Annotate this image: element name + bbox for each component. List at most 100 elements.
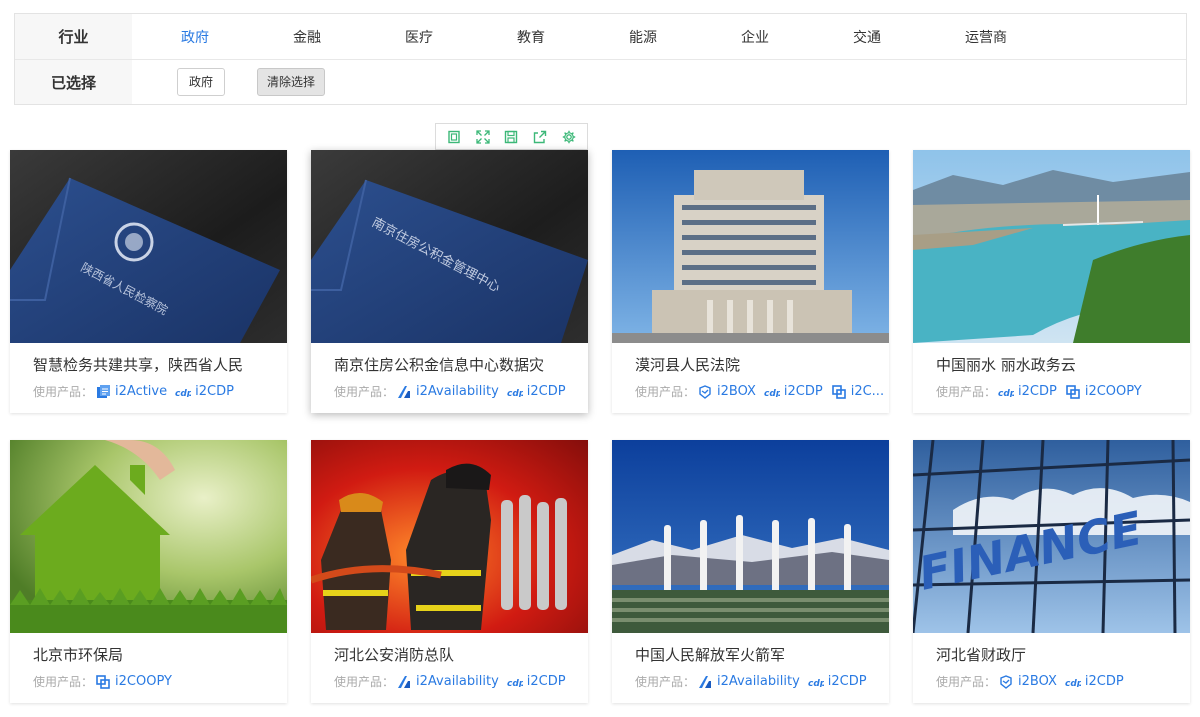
product-tag-i2coopy[interactable]: i2COOPY xyxy=(1065,384,1142,399)
card-title: 南京住房公积金信息中心数据灾 xyxy=(334,356,545,374)
industry-label: 行业 xyxy=(15,14,132,59)
selected-filter-row: 已选择 政府 清除选择 xyxy=(15,59,1186,104)
case-card-beijing-epb[interactable]: 北京市环保局 使用产品： i2COOPY xyxy=(10,440,287,703)
card-image-finance-building: FINANCE xyxy=(913,440,1190,633)
availability-icon xyxy=(697,675,713,689)
card-image-river-landscape xyxy=(913,150,1190,343)
box-icon xyxy=(998,674,1014,689)
cdp-icon: cdp xyxy=(507,675,523,689)
product-tag-i2coopy[interactable]: i2COOPY xyxy=(95,674,172,689)
svg-text:cdp: cdp xyxy=(998,389,1014,397)
svg-text:cdp: cdp xyxy=(175,389,191,397)
industry-item-energy[interactable]: 能源 xyxy=(629,27,741,47)
active-icon xyxy=(95,384,111,399)
case-card-hebei-fire[interactable]: 河北公安消防总队 使用产品： i2Availability cdp i2CDP xyxy=(311,440,588,703)
case-card-lishui-cloud[interactable]: 中国丽水 丽水政务云 使用产品： cdp i2CDP i2COOPY xyxy=(913,150,1190,413)
card-title: 中国人民解放军火箭军 xyxy=(635,646,786,664)
industry-item-education[interactable]: 教育 xyxy=(517,27,629,47)
products-prefix: 使用产品： xyxy=(334,385,395,399)
card-products: 使用产品： cdp i2CDP i2COOPY xyxy=(936,383,1186,400)
products-prefix: 使用产品： xyxy=(33,675,94,689)
card-products: 使用产品： i2COOPY xyxy=(33,673,283,690)
product-tag-i2cdp[interactable]: cdp i2CDP xyxy=(998,384,1057,399)
card-products: 使用产品： i2Availability cdp i2CDP xyxy=(635,673,885,690)
products-prefix: 使用产品： xyxy=(635,675,696,689)
svg-text:cdp: cdp xyxy=(507,679,523,687)
product-tag-i2availability[interactable]: i2Availability xyxy=(396,384,499,399)
filter-panel: 行业 政府 金融 医疗 教育 能源 企业 交通 运营商 已选择 政府 清除选择 xyxy=(14,13,1187,105)
svg-text:cdp: cdp xyxy=(808,679,824,687)
availability-icon xyxy=(396,385,412,399)
cdp-icon: cdp xyxy=(808,675,824,689)
card-products: 使用产品： i2BOX cdp i2CDP i2C... xyxy=(635,383,885,400)
products-prefix: 使用产品： xyxy=(936,675,997,689)
card-title: 河北公安消防总队 xyxy=(334,646,455,664)
products-prefix: 使用产品： xyxy=(334,675,395,689)
cdp-icon: cdp xyxy=(998,385,1014,399)
product-tag-i2coopy[interactable]: i2C... xyxy=(831,384,884,399)
card-products: 使用产品： i2Active cdp i2CDP xyxy=(33,383,283,400)
card-title: 河北省财政厅 xyxy=(936,646,1027,664)
product-tag-i2cdp[interactable]: cdp i2CDP xyxy=(1065,674,1124,689)
cdp-icon: cdp xyxy=(764,385,780,399)
product-tag-i2box[interactable]: i2BOX xyxy=(998,674,1057,689)
card-hover-toolbar xyxy=(435,123,588,150)
selected-label: 已选择 xyxy=(15,60,132,104)
product-tag-i2cdp[interactable]: cdp i2CDP xyxy=(507,384,566,399)
card-image-firefighters xyxy=(311,440,588,633)
case-card-nanjing-housing-fund[interactable]: 南京住房公积金管理中心 南京住房公积金信息中心数据灾 使用产品： i2Avail… xyxy=(311,150,588,413)
card-products: 使用产品： i2Availability cdp i2CDP xyxy=(334,673,584,690)
availability-icon xyxy=(396,675,412,689)
expand-icon[interactable] xyxy=(475,129,491,145)
product-tag-i2availability[interactable]: i2Availability xyxy=(396,674,499,689)
copy-icon[interactable] xyxy=(446,129,462,145)
industry-item-medical[interactable]: 医疗 xyxy=(405,27,517,47)
case-card-mohe-court[interactable]: 漠河县人民法院 使用产品： i2BOX cdp i2CDP i2C... xyxy=(612,150,889,413)
industry-item-finance[interactable]: 金融 xyxy=(293,27,405,47)
selected-tag-government[interactable]: 政府 xyxy=(177,68,226,96)
industry-item-enterprise[interactable]: 企业 xyxy=(741,27,853,47)
save-icon[interactable] xyxy=(503,129,519,145)
product-tag-i2cdp[interactable]: cdp i2CDP xyxy=(175,384,234,399)
cdp-icon: cdp xyxy=(175,385,191,399)
svg-text:cdp: cdp xyxy=(764,389,780,397)
products-prefix: 使用产品： xyxy=(936,385,997,399)
card-title: 北京市环保局 xyxy=(33,646,124,664)
cdp-icon: cdp xyxy=(1065,675,1081,689)
products-prefix: 使用产品： xyxy=(635,385,696,399)
product-tag-i2cdp[interactable]: cdp i2CDP xyxy=(507,674,566,689)
product-tag-i2active[interactable]: i2Active xyxy=(95,384,167,399)
svg-text:cdp: cdp xyxy=(1065,679,1081,687)
card-title: 智慧检务共建共享，陕西省人民 xyxy=(33,356,244,374)
product-tag-i2cdp[interactable]: cdp i2CDP xyxy=(764,384,823,399)
industry-list: 政府 金融 医疗 教育 能源 企业 交通 运营商 xyxy=(132,27,1077,47)
selected-area: 政府 清除选择 xyxy=(132,68,326,96)
product-tag-i2availability[interactable]: i2Availability xyxy=(697,674,800,689)
card-image-grass-house xyxy=(10,440,287,633)
products-prefix: 使用产品： xyxy=(33,385,94,399)
card-image-blue-book: 陕西省人民检察院 xyxy=(10,150,287,343)
card-products: 使用产品： i2Availability cdp i2CDP xyxy=(334,383,584,400)
industry-item-transportation[interactable]: 交通 xyxy=(853,27,965,47)
coopy-icon xyxy=(831,384,847,399)
coopy-icon xyxy=(95,674,111,689)
industry-filter-row: 行业 政府 金融 医疗 教育 能源 企业 交通 运营商 xyxy=(15,14,1186,59)
case-card-hebei-finance[interactable]: FINANCE 河北省财政厅 使用产品： i2BOX cdp i2CDP xyxy=(913,440,1190,703)
industry-item-government[interactable]: 政府 xyxy=(181,27,293,47)
clear-selection-button[interactable]: 清除选择 xyxy=(257,68,326,96)
industry-item-carrier[interactable]: 运营商 xyxy=(965,27,1077,47)
card-image-court-building xyxy=(612,150,889,343)
card-image-rocket-parade xyxy=(612,440,889,633)
cdp-icon: cdp xyxy=(507,385,523,399)
card-products: 使用产品： i2BOX cdp i2CDP xyxy=(936,673,1186,690)
product-tag-i2box[interactable]: i2BOX xyxy=(697,384,756,399)
case-card-shaanxi-procuratorate[interactable]: 陕西省人民检察院 智慧检务共建共享，陕西省人民 使用产品： i2Active c… xyxy=(10,150,287,413)
svg-text:cdp: cdp xyxy=(507,389,523,397)
settings-icon[interactable] xyxy=(561,129,577,145)
share-icon[interactable] xyxy=(532,129,548,145)
box-icon xyxy=(697,384,713,399)
card-image-blue-book: 南京住房公积金管理中心 xyxy=(311,150,588,343)
card-title: 漠河县人民法院 xyxy=(635,356,741,374)
case-card-rocket-force[interactable]: 中国人民解放军火箭军 使用产品： i2Availability cdp i2CD… xyxy=(612,440,889,703)
product-tag-i2cdp[interactable]: cdp i2CDP xyxy=(808,674,867,689)
